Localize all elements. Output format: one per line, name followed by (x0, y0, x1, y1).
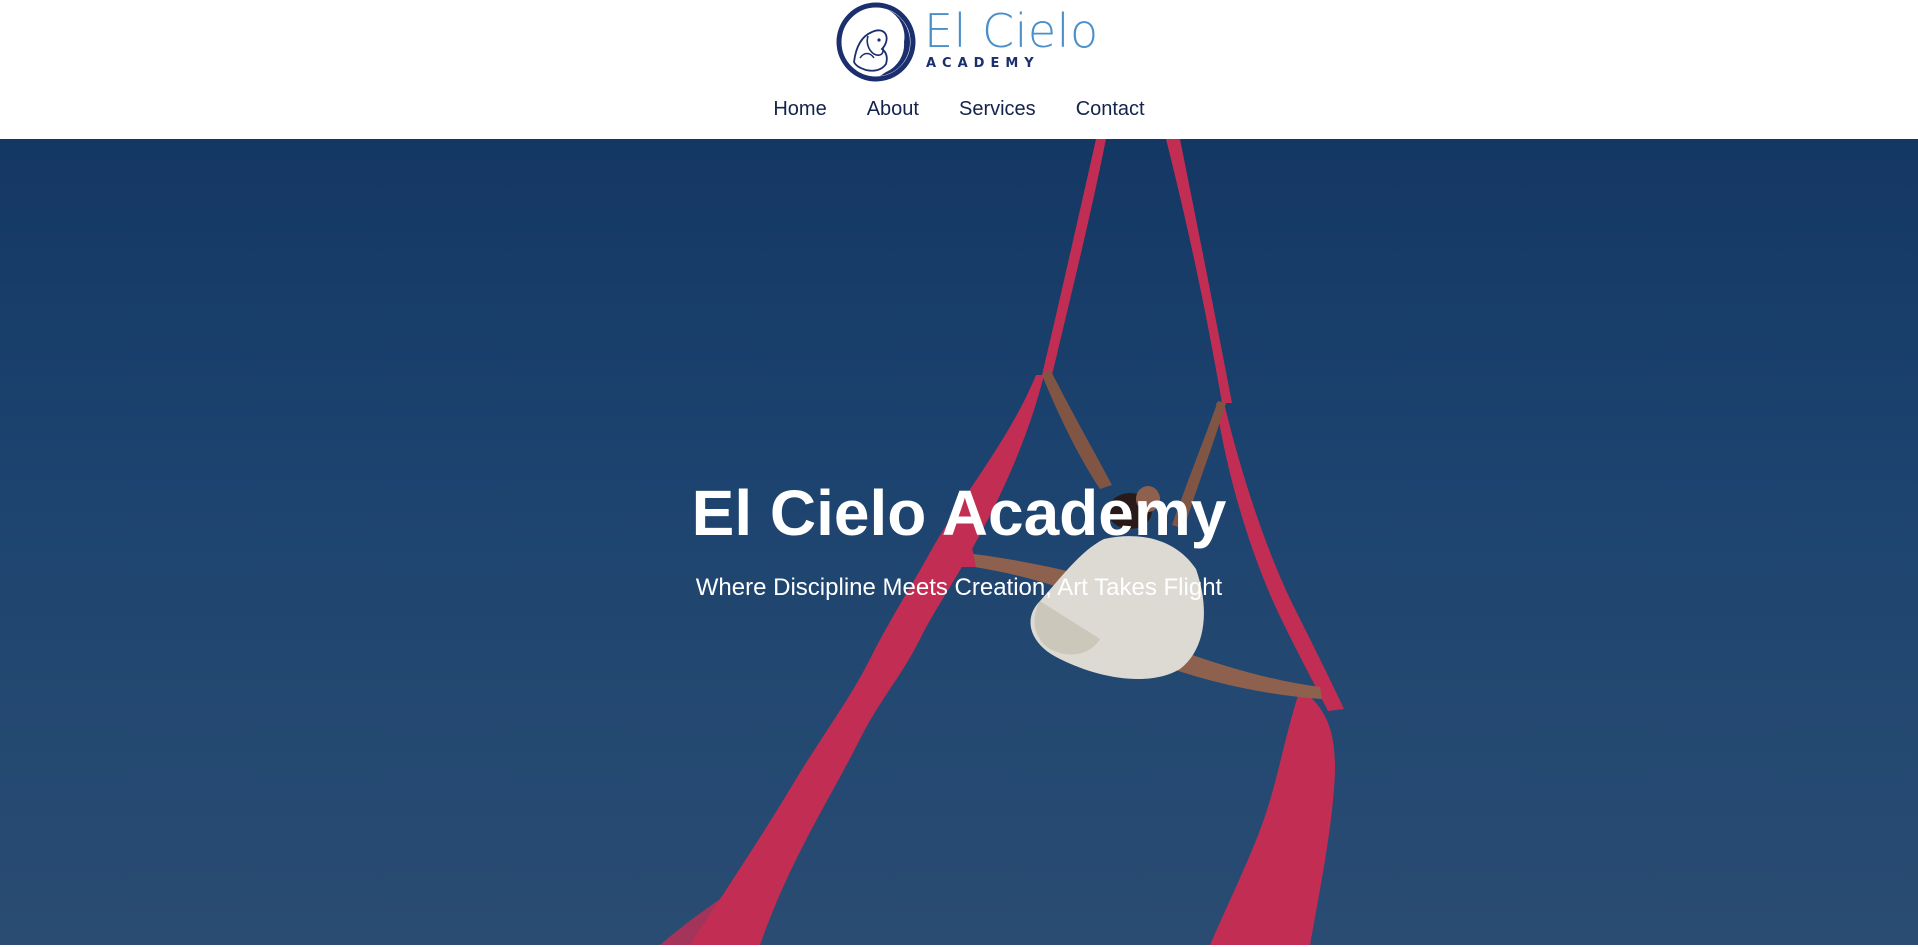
hero-section: El Cielo Academy Where Discipline Meets … (0, 139, 1918, 945)
page: El Cielo ACADEMY Home About Services Con… (0, 0, 1918, 947)
main-nav: Home About Services Contact (0, 94, 1918, 124)
hero-title: El Cielo Academy (691, 477, 1227, 549)
nav-about-link[interactable]: About (867, 94, 919, 124)
nav-home-link[interactable]: Home (773, 94, 826, 124)
logo-tagline: ACADEMY (926, 56, 1040, 71)
site-logo[interactable]: El Cielo ACADEMY (836, 2, 1098, 82)
nav-services-link[interactable]: Services (959, 94, 1036, 124)
dancer-profile-logo-icon (836, 2, 916, 82)
site-header: El Cielo ACADEMY Home About Services Con… (0, 0, 1918, 139)
hero-subtitle: Where Discipline Meets Creation, Art Tak… (695, 574, 1223, 601)
nav-contact-link[interactable]: Contact (1076, 94, 1145, 124)
logo-wordmark: El Cielo (924, 4, 1099, 58)
